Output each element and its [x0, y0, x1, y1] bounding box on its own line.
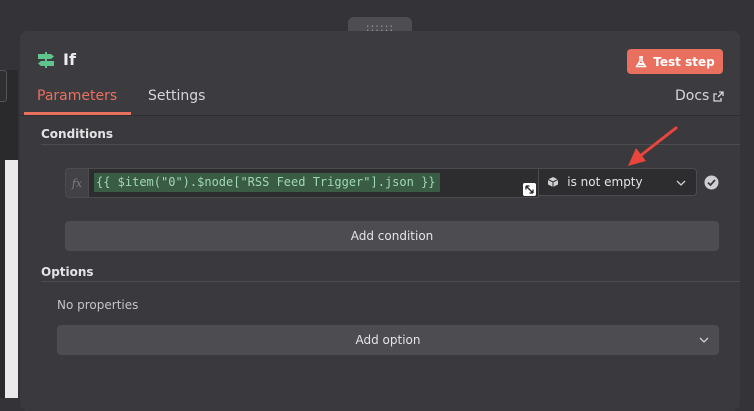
- node-title: If: [63, 50, 76, 69]
- background-canvas-panel: [5, 160, 18, 398]
- panel-content: Conditions fx {{ $item("0").$node["RSS F…: [20, 115, 740, 411]
- operator-select[interactable]: is not empty: [539, 168, 698, 196]
- docs-label: Docs: [675, 88, 710, 104]
- node-parameters-panel: If Test step Parameters Settings Docs Co…: [20, 31, 740, 411]
- check-circle-icon: [704, 175, 719, 190]
- test-step-button[interactable]: Test step: [627, 49, 723, 74]
- condition-expression-input[interactable]: {{ $item("0").$node["RSS Feed Trigger"].…: [87, 168, 540, 198]
- no-properties-text: No properties: [57, 298, 139, 312]
- docs-link[interactable]: Docs: [675, 88, 724, 104]
- expand-editor-icon[interactable]: [523, 183, 537, 196]
- condition-row: fx {{ $item("0").$node["RSS Feed Trigger…: [65, 168, 698, 198]
- conditions-section-label: Conditions: [41, 127, 114, 141]
- conditions-divider: [41, 144, 740, 145]
- add-condition-button[interactable]: Add condition: [65, 221, 719, 251]
- chevron-down-icon: [699, 337, 709, 343]
- fx-icon: fx: [65, 168, 88, 198]
- add-option-label: Add option: [355, 333, 421, 347]
- background-canvas-node: [0, 70, 7, 102]
- panel-header: If Test step Parameters Settings Docs: [20, 31, 740, 115]
- options-section-label: Options: [41, 265, 94, 279]
- tab-parameters[interactable]: Parameters: [37, 88, 117, 104]
- chevron-down-icon: [676, 180, 686, 186]
- test-step-label: Test step: [653, 54, 715, 69]
- expression-text: {{ $item("0").$node["RSS Feed Trigger"].…: [93, 173, 440, 192]
- external-link-icon: [713, 90, 724, 102]
- signpost-icon: [38, 52, 54, 68]
- operator-value: is not empty: [567, 175, 643, 189]
- add-option-button[interactable]: Add option: [57, 325, 719, 355]
- add-condition-label: Add condition: [350, 229, 434, 243]
- flask-icon: [635, 55, 648, 67]
- tab-settings[interactable]: Settings: [148, 88, 205, 104]
- options-divider: [41, 281, 740, 282]
- cube-icon: [548, 177, 559, 187]
